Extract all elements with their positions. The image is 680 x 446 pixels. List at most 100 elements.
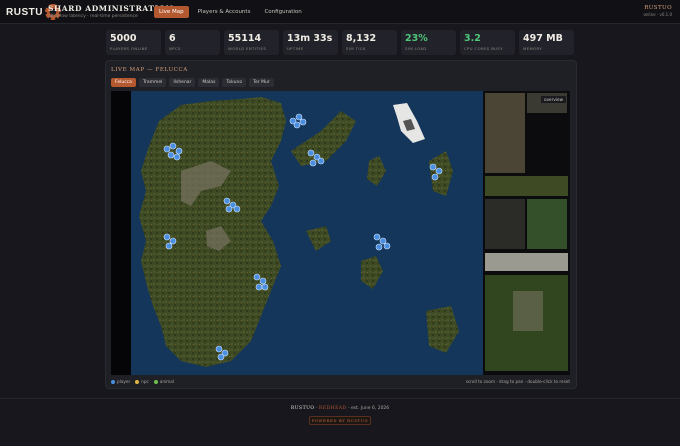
world-map-svg (111, 91, 459, 375)
stat-label: SIM LOAD (405, 46, 427, 51)
legend-animal-dot (153, 380, 158, 384)
stat-label: MEMORY (523, 46, 543, 51)
facet-tab-tokuno[interactable]: Tokuno (222, 78, 247, 87)
player-marker (255, 283, 263, 291)
user-info[interactable]: RUSTUO online · v0.1.0 (643, 5, 672, 17)
nav-players-accounts[interactable]: Players & Accounts (193, 6, 256, 18)
world-map-canvas[interactable] (111, 91, 484, 375)
map-controls-hint: scroll to zoom · drag to pan · double-cl… (465, 379, 570, 384)
player-marker (215, 345, 223, 353)
stat-value: 6 (169, 33, 176, 44)
user-name: RUSTUO (644, 5, 672, 11)
stat-value: 497 MB (523, 33, 563, 44)
player-marker (225, 205, 233, 213)
stat-world-entities: 55114 WORLD ENTITIES (224, 30, 279, 55)
map-edge-strip (111, 91, 131, 375)
island (361, 256, 383, 289)
player-marker (163, 145, 171, 153)
player-marker (259, 277, 267, 285)
player-marker (175, 147, 183, 155)
player-marker (375, 243, 383, 251)
stat-label: WORLD ENTITIES (228, 46, 267, 51)
minimap-mountain-block (513, 291, 543, 331)
player-marker (429, 163, 437, 171)
logo-text: RUSTU (6, 6, 43, 18)
stats-row: 5000 PLAYERS ONLINE 6 NPCS 55114 WORLD E… (106, 30, 574, 55)
footer-brand: RUSTUO (290, 406, 315, 411)
player-marker (293, 121, 301, 129)
stat-value: 55114 (228, 33, 262, 44)
stat-value: 5000 (110, 33, 137, 44)
legend-npc-dot (135, 380, 140, 384)
map-title: LIVE MAP — FELUCCA (111, 67, 188, 73)
player-marker (299, 118, 307, 126)
player-marker (309, 159, 317, 167)
island (306, 226, 331, 251)
overview-minimap[interactable]: overview (483, 91, 570, 375)
player-marker (435, 167, 443, 175)
top-header: RUSTU SHARD ADMINISTRATION ultra-low lat… (0, 0, 680, 24)
stat-uptime: 13m 33s UPTIME (283, 30, 338, 55)
player-marker (223, 197, 231, 205)
footer-established: est. June 6, 2026 (351, 406, 390, 411)
stat-value: 13m 33s (287, 33, 333, 44)
stat-label: UPTIME (287, 46, 304, 51)
stat-label: PLAYERS ONLINE (110, 46, 148, 51)
nav-live-map[interactable]: Live Map (154, 6, 189, 18)
overview-label: overview (541, 96, 566, 103)
player-marker (307, 149, 315, 157)
live-map-card: LIVE MAP — FELUCCA Felucca Trammel Ilshe… (105, 60, 577, 389)
player-marker (253, 273, 261, 281)
player-marker (261, 283, 269, 291)
facet-tab-felucca[interactable]: Felucca (111, 78, 136, 87)
legend-player-dot (111, 380, 115, 384)
stat-label: NPCS (169, 46, 181, 51)
player-marker (217, 353, 225, 361)
footer-engine: REDHEAD (318, 406, 347, 411)
minimap-svg (483, 91, 570, 375)
stat-value: 8,132 (346, 33, 377, 44)
main-nav: Live Map Players & Accounts Configuratio… (154, 6, 307, 18)
stat-label: CPU CORES BUSY (464, 46, 503, 51)
facet-tabs: Felucca Trammel Ilshenar Malas Tokuno Te… (111, 78, 274, 87)
legend-npc-label: npc (141, 379, 149, 384)
stat-value: 23% (405, 33, 428, 44)
player-marker (379, 237, 387, 245)
stat-sim-load: 23% SIM LOAD (401, 30, 456, 55)
map-legend: player npc animal (111, 379, 174, 384)
facet-tab-ter-mur[interactable]: Ter Mur (249, 78, 274, 87)
legend-animal-label: animal (159, 379, 174, 384)
stat-value: 3.2 (464, 33, 481, 44)
player-marker (383, 242, 391, 250)
stat-cpu-cores: 3.2 CPU CORES BUSY (460, 30, 515, 55)
player-marker (173, 153, 181, 161)
footer-line: RUSTUO · REDHEAD · est. June 6, 2026 (0, 406, 680, 411)
island (367, 156, 386, 186)
player-marker (163, 233, 171, 241)
stat-npcs: 6 NPCS (165, 30, 220, 55)
legend-player-label: player (117, 379, 131, 384)
player-marker (233, 205, 241, 213)
player-marker (295, 113, 303, 121)
stat-memory: 497 MB MEMORY (519, 30, 574, 55)
legend-npc: npc (135, 379, 149, 384)
player-marker (431, 173, 439, 181)
page-footer: RUSTUO · REDHEAD · est. June 6, 2026 POW… (0, 398, 680, 446)
player-marker (317, 157, 325, 165)
stat-sim-tick: 8,132 SIM TICK (342, 30, 397, 55)
minimap-snow-block (485, 253, 568, 271)
user-status: online · v0.1.0 (643, 12, 672, 17)
powered-by-badge[interactable]: POWERED BY RUSTUO (309, 416, 371, 425)
legend-player: player (111, 379, 130, 384)
minimap-dungeon-block (485, 93, 525, 173)
minimap-terrain-block (527, 199, 567, 249)
legend-animal: animal (153, 379, 174, 384)
stat-players-online: 5000 PLAYERS ONLINE (106, 30, 161, 55)
nav-configuration[interactable]: Configuration (259, 6, 306, 18)
minimap-terrain-block (485, 176, 568, 196)
facet-tab-trammel[interactable]: Trammel (138, 78, 167, 87)
facet-tab-ilshenar[interactable]: Ilshenar (169, 78, 196, 87)
player-marker (167, 151, 175, 159)
player-marker (169, 237, 177, 245)
facet-tab-malas[interactable]: Malas (198, 78, 220, 87)
